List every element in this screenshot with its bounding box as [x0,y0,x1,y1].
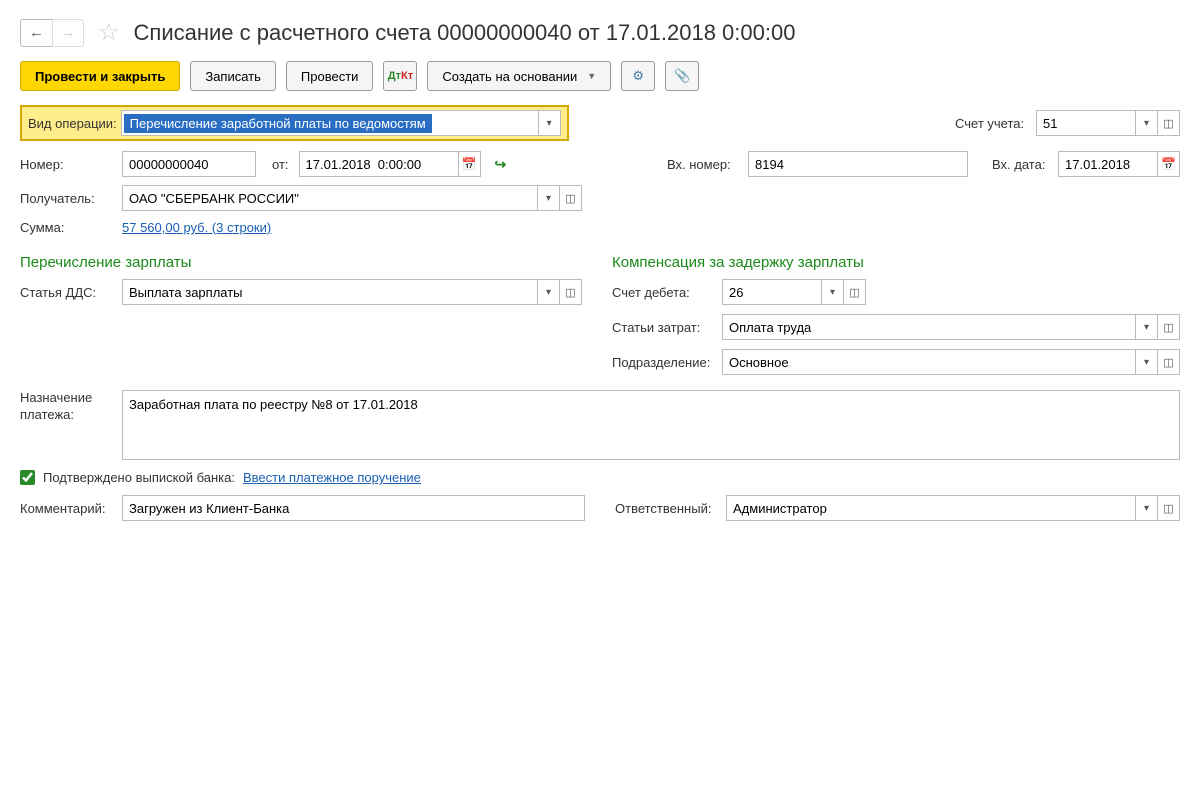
recipient-dropdown[interactable] [538,185,560,211]
sum-label: Сумма: [20,220,122,235]
debit-account-label: Счет дебета: [612,285,722,300]
number-input[interactable] [122,151,256,177]
recipient-label: Получатель: [20,191,122,206]
account-open[interactable] [1158,110,1180,136]
debit-account-open[interactable] [844,279,866,305]
cost-items-open[interactable] [1158,314,1180,340]
in-number-input[interactable] [748,151,968,177]
number-label: Номер: [20,157,122,172]
enter-payment-order-link[interactable]: Ввести платежное поручение [243,470,421,485]
sum-link[interactable]: 57 560,00 руб. (3 строки) [122,220,271,235]
section-salary-transfer: Перечисление зарплаты [20,254,582,271]
responsible-dropdown[interactable] [1136,495,1158,521]
department-dropdown[interactable] [1136,349,1158,375]
cost-items-dropdown[interactable] [1136,314,1158,340]
structure-button[interactable] [621,61,655,91]
back-button[interactable]: ← [20,19,52,47]
debit-account-dropdown[interactable] [822,279,844,305]
in-date-input[interactable] [1058,151,1158,177]
operation-type-dropdown[interactable] [539,110,561,136]
section-compensation: Компенсация за задержку зарплаты [612,254,1180,271]
department-input[interactable] [722,349,1136,375]
confirmed-checkbox[interactable] [20,470,35,485]
dds-open[interactable] [560,279,582,305]
comment-label: Комментарий: [20,501,122,516]
in-number-label: Вх. номер: [667,157,742,172]
dds-input[interactable] [122,279,538,305]
date-from-label: от: [272,157,289,172]
account-label: Счет учета: [955,116,1030,131]
paperclip-icon [674,68,690,84]
export-icon[interactable] [495,156,507,173]
account-dropdown[interactable] [1136,110,1158,136]
cost-items-input[interactable] [722,314,1136,340]
save-button[interactable]: Записать [190,61,276,91]
date-input[interactable] [299,151,459,177]
favorite-star-icon[interactable]: ☆ [98,18,120,47]
comment-input[interactable] [122,495,585,521]
debit-account-input[interactable] [722,279,822,305]
create-on-basis-button[interactable]: Создать на основании▼ [427,61,611,91]
structure-icon [632,68,644,84]
responsible-input[interactable] [726,495,1136,521]
page-title: Списание с расчетного счета 00000000040 … [134,20,796,46]
dds-dropdown[interactable] [538,279,560,305]
account-input[interactable] [1036,110,1136,136]
operation-type-label: Вид операции: [28,116,117,131]
forward-button[interactable]: → [52,19,84,47]
date-calendar-button[interactable] [459,151,481,177]
confirmed-label: Подтверждено выпиской банка: [43,470,235,485]
in-date-label: Вх. дата: [992,157,1052,172]
toolbar: Провести и закрыть Записать Провести ДтК… [20,61,1180,91]
header: ← → ☆ Списание с расчетного счета 000000… [20,18,1180,47]
operation-type-input[interactable]: Перечисление заработной платы по ведомос… [121,110,539,136]
post-and-close-button[interactable]: Провести и закрыть [20,61,180,91]
cost-items-label: Статьи затрат: [612,320,722,335]
recipient-input[interactable] [122,185,538,211]
responsible-open[interactable] [1158,495,1180,521]
nav-group: ← → [20,19,84,47]
dtkt-button[interactable]: ДтКт [383,61,417,91]
recipient-open[interactable] [560,185,582,211]
operation-type-group: Вид операции: Перечисление заработной пл… [20,105,569,141]
dtkt-icon: ДтКт [388,70,413,82]
chevron-down-icon: ▼ [587,71,596,81]
attach-button[interactable] [665,61,699,91]
post-button[interactable]: Провести [286,61,374,91]
department-label: Подразделение: [612,355,722,370]
responsible-label: Ответственный: [615,501,720,516]
department-open[interactable] [1158,349,1180,375]
purpose-label: Назначение платежа: [20,390,122,424]
dds-label: Статья ДДС: [20,285,122,300]
purpose-textarea[interactable] [122,390,1180,460]
in-date-calendar-button[interactable] [1158,151,1180,177]
